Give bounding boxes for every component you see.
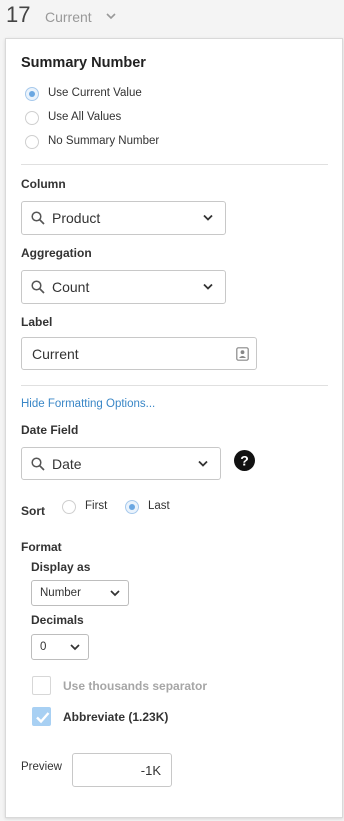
date-field-select[interactable]: Date bbox=[21, 447, 221, 480]
sort-last-label: Last bbox=[148, 500, 170, 512]
radio-no-summary-number[interactable] bbox=[25, 135, 39, 149]
column-value: Product bbox=[52, 210, 101, 226]
chevron-down-icon bbox=[203, 283, 213, 290]
display-as-label: Display as bbox=[31, 560, 91, 574]
format-label: Format bbox=[21, 540, 62, 554]
label-input-value: Current bbox=[32, 346, 79, 362]
search-icon bbox=[31, 211, 45, 225]
option-label: Use All Values bbox=[48, 111, 122, 123]
contact-card-icon[interactable] bbox=[236, 347, 249, 361]
aggregation-select[interactable]: Count bbox=[21, 270, 226, 304]
column-select[interactable]: Product bbox=[21, 201, 226, 235]
option-label: No Summary Number bbox=[48, 135, 160, 147]
divider bbox=[21, 385, 328, 386]
divider bbox=[21, 164, 328, 165]
sort-label: Sort bbox=[21, 504, 45, 518]
chevron-down-icon[interactable] bbox=[106, 11, 116, 21]
chevron-down-icon bbox=[203, 214, 213, 221]
metric-number: 17 bbox=[6, 2, 31, 27]
svg-text:?: ? bbox=[240, 452, 249, 468]
search-icon bbox=[31, 280, 45, 294]
abbreviate-label: Abbreviate (1.23K) bbox=[63, 710, 169, 724]
decimals-select[interactable]: 0 bbox=[31, 634, 89, 660]
thousands-separator-label: Use thousands separator bbox=[63, 679, 208, 693]
summary-number-title: Summary Number bbox=[21, 55, 146, 71]
decimals-value: 0 bbox=[40, 641, 47, 653]
preview-value: -1K bbox=[140, 763, 161, 778]
radio-use-current-value[interactable] bbox=[25, 87, 39, 101]
hide-formatting-options-link[interactable]: Hide Formatting Options... bbox=[21, 398, 155, 410]
radio-sort-first[interactable] bbox=[62, 500, 76, 514]
radio-use-all-values[interactable] bbox=[25, 111, 39, 125]
decimals-label: Decimals bbox=[31, 613, 84, 627]
help-icon[interactable]: ? bbox=[234, 450, 255, 471]
column-label: Column bbox=[21, 177, 66, 191]
date-field-label: Date Field bbox=[21, 423, 79, 437]
aggregation-label: Aggregation bbox=[21, 246, 92, 260]
search-icon bbox=[31, 457, 45, 471]
abbreviate-checkbox[interactable] bbox=[32, 707, 51, 726]
radio-sort-last[interactable] bbox=[125, 500, 139, 514]
aggregation-value: Count bbox=[52, 279, 90, 295]
option-label: Use Current Value bbox=[48, 87, 142, 99]
sort-first-label: First bbox=[85, 500, 108, 512]
label-field-label: Label bbox=[21, 315, 53, 329]
preview-label: Preview bbox=[21, 761, 62, 773]
checkmark-icon bbox=[36, 712, 50, 724]
chevron-down-icon bbox=[70, 644, 80, 651]
header-bar: 17 Current bbox=[0, 0, 344, 36]
chevron-down-icon bbox=[198, 460, 208, 467]
preview-box: -1K bbox=[72, 753, 172, 787]
metric-label-dropdown[interactable]: Current bbox=[45, 9, 92, 25]
thousands-separator-checkbox[interactable] bbox=[32, 676, 51, 695]
chevron-down-icon bbox=[110, 590, 120, 597]
display-as-value: Number bbox=[40, 587, 81, 599]
label-input[interactable]: Current bbox=[21, 337, 257, 370]
settings-panel: Summary Number Use Current Value Use All… bbox=[5, 38, 343, 818]
date-field-value: Date bbox=[52, 456, 82, 472]
display-as-select[interactable]: Number bbox=[31, 580, 129, 606]
